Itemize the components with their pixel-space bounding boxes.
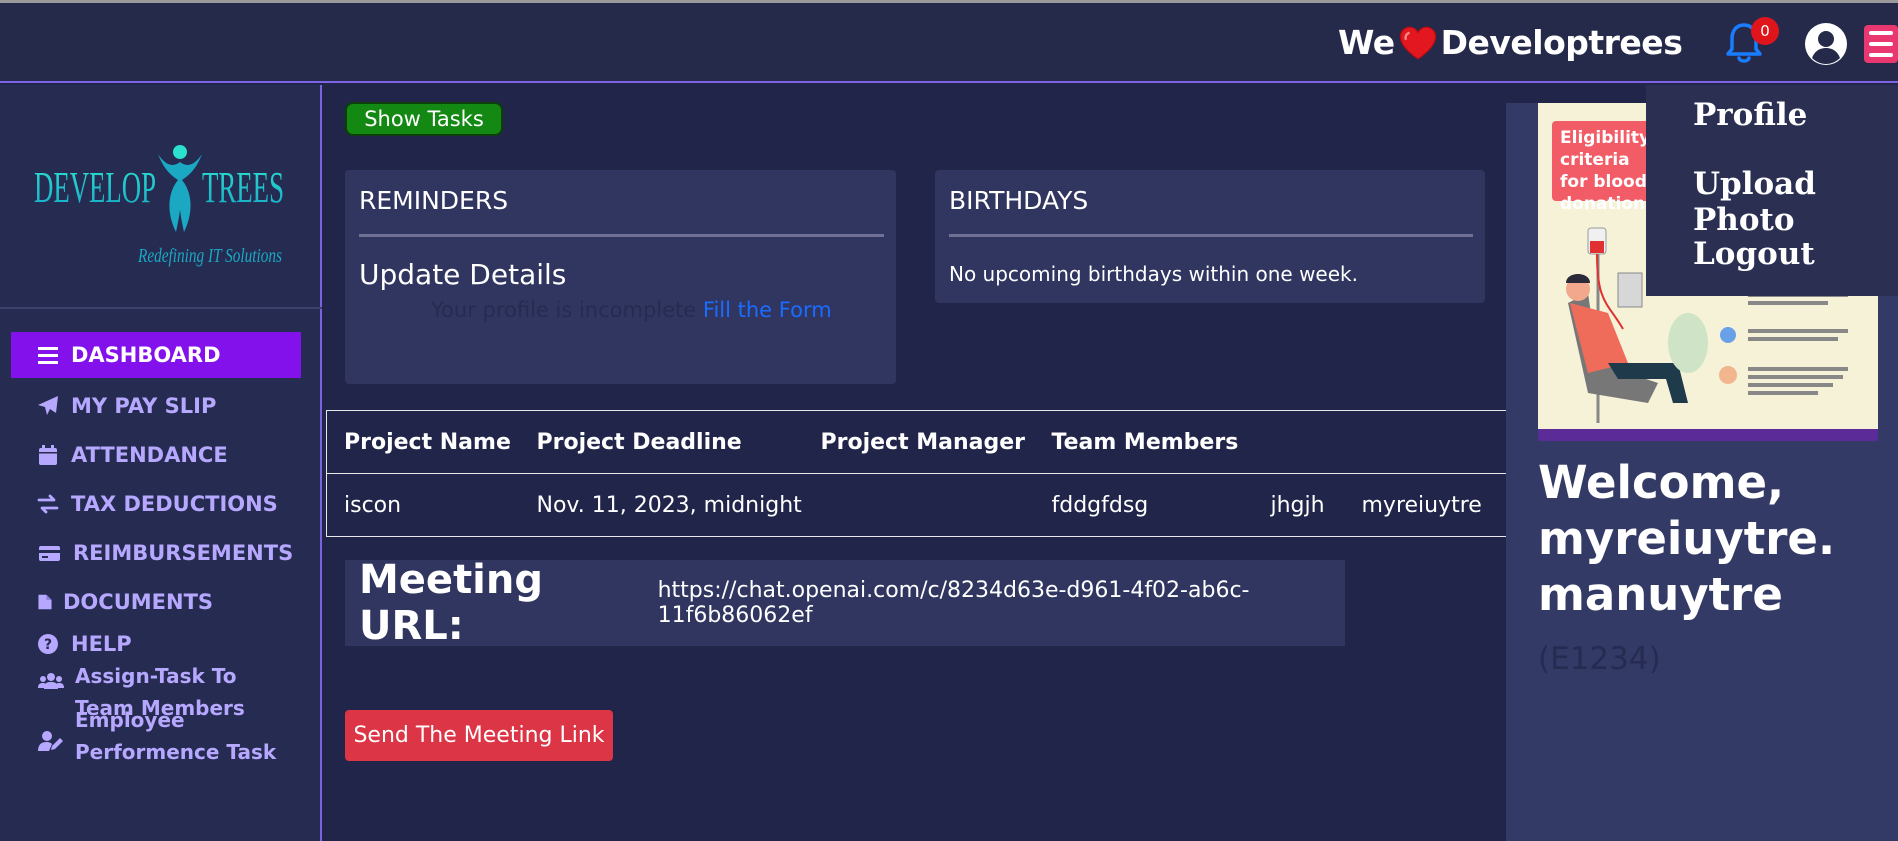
profile-incomplete-message: Your profile is incomplete Fill the Form (431, 298, 832, 322)
sidebar-item-assign-task[interactable]: Assign-Task To Team Members (11, 660, 301, 720)
performance-label: Employee Performence Task (75, 704, 276, 768)
project-manager-cell (803, 473, 1035, 537)
sidebar-item-reimbursements[interactable]: REIMBURSEMENTS (11, 528, 301, 577)
team-member-cell: myreiuytre (1344, 473, 1507, 537)
sidebar-item-tax-deductions[interactable]: TAX DEDUCTIONS (11, 479, 301, 528)
brand-name: Developtrees (1440, 23, 1683, 62)
reminders-divider (359, 234, 884, 237)
sidebar-item-documents[interactable]: DOCUMENTS (11, 577, 301, 626)
user-avatar-icon[interactable] (1804, 22, 1848, 66)
brand-slogan: We Developtrees (1338, 23, 1683, 62)
meeting-url-panel: Meeting URL: https://chat.openai.com/c/8… (345, 557, 1345, 649)
reminders-title: REMINDERS (359, 186, 509, 215)
send-meeting-link-button[interactable]: Send The Meeting Link (345, 710, 613, 761)
birthdays-message: No upcoming birthdays within one week. (949, 262, 1358, 286)
performance-line-2: Performence Task (75, 740, 277, 764)
performance-line-1: Employee (75, 708, 185, 732)
sidebar-item-label: TAX DEDUCTIONS (71, 491, 278, 516)
reminders-card: REMINDERS Update Details Your profile is… (345, 170, 896, 384)
poster-bottom-strip (1538, 429, 1878, 441)
sidebar-item-label: DASHBOARD (71, 343, 221, 367)
file-icon (38, 594, 52, 609)
sidebar-nav: DASHBOARD MY PAY SLIP ATTENDANCE TAX DED… (11, 332, 301, 766)
sidebar-item-pay-slip[interactable]: MY PAY SLIP (11, 381, 301, 430)
poster-bullets-placeholder (1719, 293, 1848, 395)
column-header: Project Manager (803, 410, 1035, 474)
sidebar-item-label: ATTENDANCE (71, 442, 228, 467)
sidebar-item-attendance[interactable]: ATTENDANCE (11, 430, 301, 479)
project-deadline-cell: Nov. 11, 2023, midnight (519, 473, 804, 537)
menu-bar-icon (1869, 42, 1893, 46)
show-tasks-button[interactable]: Show Tasks (345, 102, 503, 136)
column-header-empty (1344, 410, 1507, 474)
heart-icon (1399, 26, 1436, 60)
notification-badge: 0 (1751, 17, 1779, 45)
meeting-url-label: Meeting URL: (359, 557, 544, 649)
svg-text:?: ? (44, 637, 52, 653)
sidebar-item-label: REIMBURSEMENTS (73, 540, 294, 565)
welcome-message: Welcome, myreiuytre. manuytre (1538, 456, 1836, 621)
update-details-heading: Update Details (359, 258, 567, 291)
svg-text:TREES: TREES (202, 163, 284, 212)
menu-bar-icon (1869, 31, 1893, 35)
top-header: We Developtrees 0 (0, 3, 1898, 83)
table-row: iscon Nov. 11, 2023, midnight fddgfdsg j… (326, 473, 1507, 537)
menu-bar-icon (1869, 53, 1893, 57)
column-header: Project Name (326, 410, 520, 474)
main-content: Show Tasks REMINDERS Update Details Your… (324, 85, 1507, 841)
team-member-cell: jhgjh (1253, 473, 1345, 537)
team-member-cell: fddgfdsg (1034, 473, 1254, 537)
sidebar-item-employee-performance[interactable]: Employee Performence Task (11, 708, 301, 766)
sidebar-divider (0, 307, 322, 309)
menu-toggle-button[interactable] (1864, 25, 1898, 63)
svg-text:DEVELOP: DEVELOP (34, 163, 156, 212)
assign-task-line-1: Assign-Task To (75, 664, 237, 688)
fill-form-link[interactable]: Fill the Form (703, 298, 832, 322)
menu-item-upload-photo[interactable]: Upload Photo (1693, 166, 1898, 238)
user-edit-icon (38, 731, 63, 751)
birthdays-title: BIRTHDAYS (949, 186, 1089, 215)
project-name-cell: iscon (326, 473, 520, 537)
birthdays-card: BIRTHDAYS No upcoming birthdays within o… (935, 170, 1485, 303)
svg-text:Redefining IT Solutions: Redefining IT Solutions (137, 245, 282, 267)
employee-id: (E1234) (1538, 641, 1661, 677)
profile-incomplete-text: Your profile is incomplete (431, 298, 697, 322)
table-header-row: Project Name Project Deadline Project Ma… (326, 410, 1507, 474)
column-header-empty (1253, 410, 1345, 474)
question-circle-icon: ? (38, 634, 58, 654)
credit-card-icon (39, 545, 60, 561)
developtrees-logo: DEVELOP TREES Redefining IT Solutions (34, 145, 284, 267)
paper-plane-icon (38, 395, 58, 415)
bars-icon (38, 347, 58, 364)
projects-table: Project Name Project Deadline Project Ma… (326, 410, 1507, 537)
menu-item-profile[interactable]: Profile (1693, 97, 1807, 133)
menu-item-logout[interactable]: Logout (1693, 236, 1815, 272)
users-icon (38, 673, 64, 689)
column-header: Team Members (1034, 410, 1254, 474)
calendar-icon (39, 444, 57, 465)
birthdays-divider (949, 234, 1473, 237)
meeting-url-value[interactable]: https://chat.openai.com/c/8234d63e-d961-… (658, 578, 1345, 628)
exchange-icon (37, 494, 59, 513)
sidebar-item-label: HELP (71, 632, 132, 656)
sidebar: DEVELOP TREES Redefining IT Solutions DA… (0, 85, 322, 841)
profile-dropdown-menu: Profile Upload Photo Logout (1646, 85, 1898, 296)
sidebar-item-help[interactable]: ? HELP (11, 626, 301, 662)
brand-pre-text: We (1338, 23, 1395, 62)
column-header: Project Deadline (519, 410, 804, 474)
sidebar-item-dashboard[interactable]: DASHBOARD (11, 332, 301, 378)
sidebar-item-label: DOCUMENTS (63, 589, 214, 614)
sidebar-item-label: MY PAY SLIP (71, 393, 217, 418)
